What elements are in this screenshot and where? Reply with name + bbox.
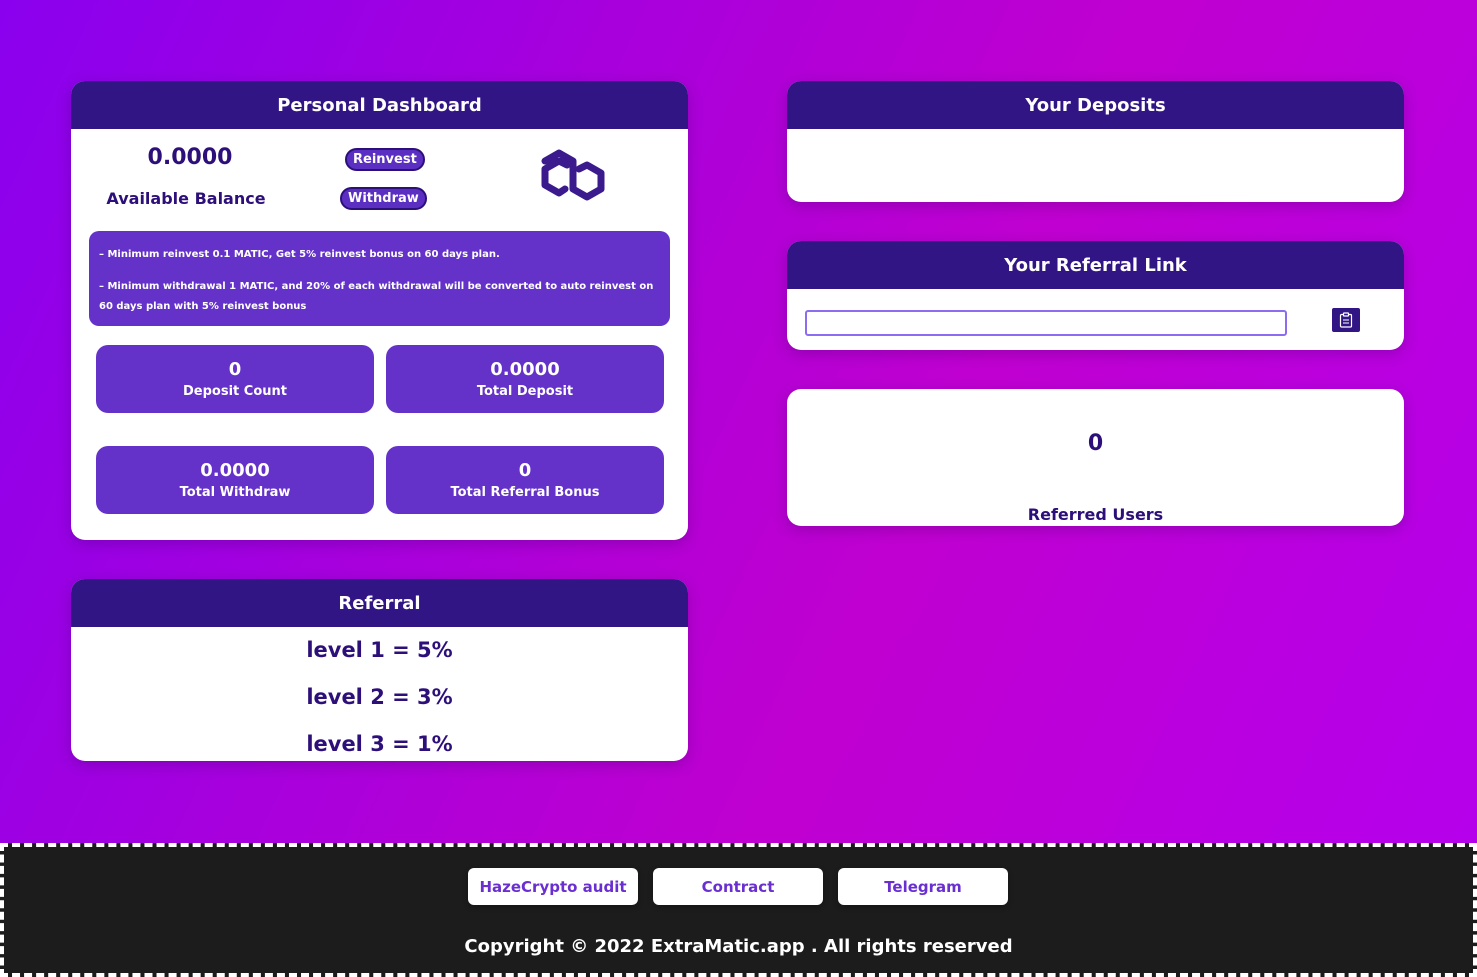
referral-link-title: Your Referral Link — [787, 241, 1404, 289]
referral-link-card: Your Referral Link — [787, 241, 1404, 350]
stat-value: 0 — [518, 460, 532, 481]
stat-label: Total Deposit — [476, 384, 574, 399]
stat-value: 0.0000 — [490, 359, 560, 380]
total-deposit-stat: 0.0000 Total Deposit — [386, 345, 664, 413]
referral-level-2: level 2 = 3% — [306, 685, 453, 709]
referred-users-label: Referred Users — [1027, 505, 1164, 524]
stat-value: 0 — [228, 359, 242, 380]
personal-dashboard-title: Personal Dashboard — [71, 81, 688, 129]
referred-users-count: 0 — [1087, 431, 1104, 456]
contract-button[interactable]: Contract — [653, 868, 823, 905]
deposit-count-stat: 0 Deposit Count — [96, 345, 374, 413]
referral-title: Referral — [71, 579, 688, 627]
referred-users-card: 0 Referred Users — [787, 389, 1404, 526]
info-notice: – Minimum reinvest 0.1 MATIC, Get 5% rei… — [89, 231, 670, 326]
personal-dashboard-card: Personal Dashboard 0.0000 Available Bala… — [71, 81, 688, 540]
referral-levels-card: Referral level 1 = 5% level 2 = 3% level… — [71, 579, 688, 761]
footer: HazeCrypto audit Contract Telegram Copyr… — [0, 843, 1477, 977]
reinvest-info-text: – Minimum reinvest 0.1 MATIC, Get 5% rei… — [99, 249, 500, 260]
available-balance-value: 0.0000 — [147, 145, 233, 170]
withdraw-info-text: – Minimum withdrawal 1 MATIC, and 20% of… — [99, 281, 654, 312]
copy-link-button[interactable] — [1332, 308, 1360, 332]
stat-label: Deposit Count — [183, 384, 287, 399]
available-balance-label: Available Balance — [106, 189, 266, 208]
stat-label: Total Withdraw — [179, 485, 291, 500]
your-deposits-title: Your Deposits — [787, 81, 1404, 129]
your-deposits-card: Your Deposits — [787, 81, 1404, 202]
total-withdraw-stat: 0.0000 Total Withdraw — [96, 446, 374, 514]
referral-level-3: level 3 = 1% — [306, 732, 453, 756]
stat-label: Total Referral Bonus — [450, 485, 600, 500]
clipboard-icon — [1339, 312, 1353, 328]
stat-value: 0.0000 — [200, 460, 270, 481]
copyright-text: Copyright © 2022 ExtraMatic.app . All ri… — [464, 936, 1013, 957]
hazecrypto-audit-button[interactable]: HazeCrypto audit — [468, 868, 638, 905]
referral-link-input[interactable] — [805, 310, 1287, 336]
referral-level-1: level 1 = 5% — [306, 638, 453, 662]
reinvest-button[interactable]: Reinvest — [345, 148, 425, 171]
polygon-matic-icon — [541, 149, 605, 201]
total-referral-bonus-stat: 0 Total Referral Bonus — [386, 446, 664, 514]
withdraw-button[interactable]: Withdraw — [340, 187, 427, 210]
telegram-button[interactable]: Telegram — [838, 868, 1008, 905]
